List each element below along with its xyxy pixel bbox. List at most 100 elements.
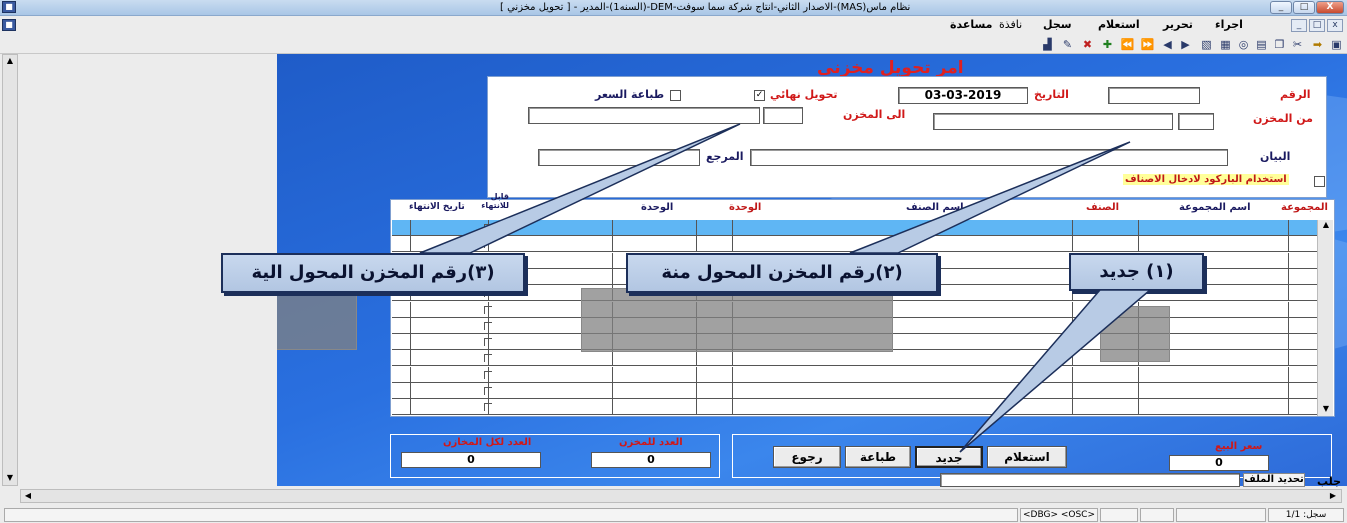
row-expirable-checkbox[interactable]	[484, 224, 492, 232]
menu-help[interactable]: مساعدة	[950, 18, 993, 31]
back-button[interactable]: رجوع	[773, 446, 841, 468]
grid-cell-divider	[410, 317, 411, 333]
grid-cell-divider	[1288, 301, 1289, 317]
from-store-name-field[interactable]	[933, 113, 1173, 130]
prev-record-icon[interactable]: ▶	[1178, 37, 1193, 52]
scroll-up-arrow[interactable]: ▲	[3, 56, 17, 65]
grid-cell-divider	[1288, 317, 1289, 333]
number-field[interactable]	[1108, 87, 1200, 104]
row-expirable-checkbox[interactable]	[484, 240, 492, 249]
callout-two-from-store: (٢)رقم المخزن المحول منة	[626, 253, 938, 293]
row-expirable-checkbox[interactable]	[484, 387, 492, 395]
sale-price-value: 0	[1169, 455, 1269, 471]
table-row[interactable]	[392, 236, 1317, 253]
maximize-button[interactable]: □	[1293, 1, 1315, 14]
app-window: ■ نظام ماس(MAS)-الاصدار الثاني-انتاج شرك…	[0, 0, 1347, 523]
statement-field[interactable]	[750, 149, 1228, 166]
grid-cell-divider	[612, 252, 613, 268]
row-expirable-checkbox[interactable]	[484, 305, 492, 314]
row-expirable-checkbox[interactable]	[484, 338, 492, 347]
status-dbg: <DBG> <OSC>	[1020, 508, 1098, 522]
table-row[interactable]	[392, 366, 1317, 383]
menu-record[interactable]: سجل	[1043, 18, 1072, 31]
minimize-button[interactable]: _	[1270, 1, 1292, 14]
reference-field[interactable]	[538, 149, 700, 166]
last-record-icon[interactable]: ⏩	[1140, 37, 1155, 52]
add-record-icon[interactable]: ✚	[1100, 37, 1115, 52]
print-icon[interactable]: ▧	[1199, 37, 1214, 52]
to-store-label: الى المخزن	[843, 108, 906, 121]
status-record: سجل: 1/1	[1268, 508, 1344, 522]
find-icon[interactable]: ◎	[1236, 37, 1251, 52]
mdi-app-icon[interactable]: ■	[2, 19, 16, 31]
copy-icon[interactable]: ❐	[1272, 37, 1287, 52]
menu-execute[interactable]: اجراء	[1215, 18, 1243, 31]
final-transfer-checkbox[interactable]: ✓	[754, 90, 765, 101]
grid-cell-divider	[1288, 399, 1289, 415]
menu-edit[interactable]: تحرير	[1163, 18, 1193, 31]
menu-window[interactable]: نافذة	[999, 18, 1022, 31]
form-title: امر تحويل مخزني	[817, 58, 964, 78]
row-expirable-checkbox[interactable]	[484, 370, 492, 379]
table-row[interactable]	[392, 383, 1317, 399]
print-price-checkbox[interactable]	[670, 90, 681, 101]
menu-bar: ■ اجراء تحرير استعلام سجل نافذة مساعدة x…	[0, 16, 1347, 35]
save-icon[interactable]: ▣	[1329, 37, 1344, 52]
query-button[interactable]: استعلام	[987, 446, 1067, 468]
horizontal-scrollbar[interactable]: ◀ ▶	[20, 489, 1342, 503]
print-preview-icon[interactable]: ▦	[1218, 37, 1233, 52]
next-record-icon[interactable]: ◀	[1160, 37, 1175, 52]
grid-cell-divider	[1072, 350, 1073, 366]
file-path-field[interactable]	[940, 473, 1240, 487]
grid-cell-divider	[1288, 350, 1289, 366]
paste-icon[interactable]: ▤	[1254, 37, 1269, 52]
to-store-name-field[interactable]	[528, 107, 760, 124]
action-button-panel: رجوع طباعة جديد استعلام سعر البيع 0	[732, 434, 1332, 478]
from-store-code-field[interactable]	[1178, 113, 1214, 130]
col-header-group: المجموعة	[1281, 202, 1328, 213]
close-button[interactable]: X	[1316, 1, 1344, 14]
mdi-minimize-button[interactable]: _	[1291, 19, 1307, 32]
printer-icon[interactable]: ▟	[1040, 37, 1055, 52]
grid-cell-divider	[612, 399, 613, 415]
mdi-restore-button[interactable]: □	[1309, 19, 1325, 32]
to-store-code-field[interactable]	[763, 107, 803, 124]
grid-cell-divider	[1138, 366, 1139, 382]
date-field[interactable]: 03-03-2019	[898, 87, 1028, 104]
table-row[interactable]	[392, 220, 1317, 236]
menu-query[interactable]: استعلام	[1098, 18, 1140, 31]
print-button[interactable]: طباعة	[845, 446, 911, 468]
scroll-down-arrow[interactable]: ▼	[3, 473, 17, 482]
col-header-expiry-date: تاريخ الانتهاء	[409, 202, 465, 212]
date-label: التاريخ	[1034, 88, 1069, 101]
mdi-close-button[interactable]: x	[1327, 19, 1343, 32]
grid-cell-divider	[410, 366, 411, 382]
grid-vertical-scrollbar[interactable]: ▲ ▼	[1317, 220, 1333, 416]
grid-scroll-up-arrow[interactable]: ▲	[1319, 220, 1333, 229]
grid-cell-divider	[1072, 383, 1073, 398]
first-record-icon[interactable]: ⏪	[1120, 37, 1135, 52]
grid-cell-divider	[1072, 366, 1073, 382]
left-vertical-scrollbar[interactable]: ▲ ▼	[2, 54, 18, 486]
app-icon[interactable]: ■	[2, 1, 16, 13]
delete-record-icon[interactable]: ✖	[1080, 37, 1095, 52]
table-row[interactable]	[392, 399, 1317, 416]
row-expirable-checkbox[interactable]	[484, 354, 492, 363]
scroll-right-arrow[interactable]: ▶	[1326, 491, 1340, 500]
cut-icon[interactable]: ✂	[1290, 37, 1305, 52]
grid-scroll-down-arrow[interactable]: ▼	[1319, 404, 1333, 413]
fetch-label[interactable]: جلب	[1317, 475, 1341, 488]
tools-icon[interactable]: ✎	[1060, 37, 1075, 52]
new-button[interactable]: جديد	[915, 446, 983, 468]
row-expirable-checkbox[interactable]	[484, 321, 492, 330]
status-cell-empty	[1100, 508, 1138, 522]
grid-cell-divider	[1072, 236, 1073, 252]
row-expirable-checkbox[interactable]	[484, 403, 492, 412]
status-cell-empty	[1140, 508, 1174, 522]
insert-icon[interactable]: ➡	[1310, 37, 1325, 52]
barcode-checkbox[interactable]	[1314, 176, 1325, 187]
scroll-left-arrow[interactable]: ◀	[21, 491, 35, 500]
file-select-button[interactable]: تحديد الملف	[1243, 473, 1305, 487]
table-row[interactable]	[392, 350, 1317, 367]
grid-cell-divider	[732, 350, 733, 366]
